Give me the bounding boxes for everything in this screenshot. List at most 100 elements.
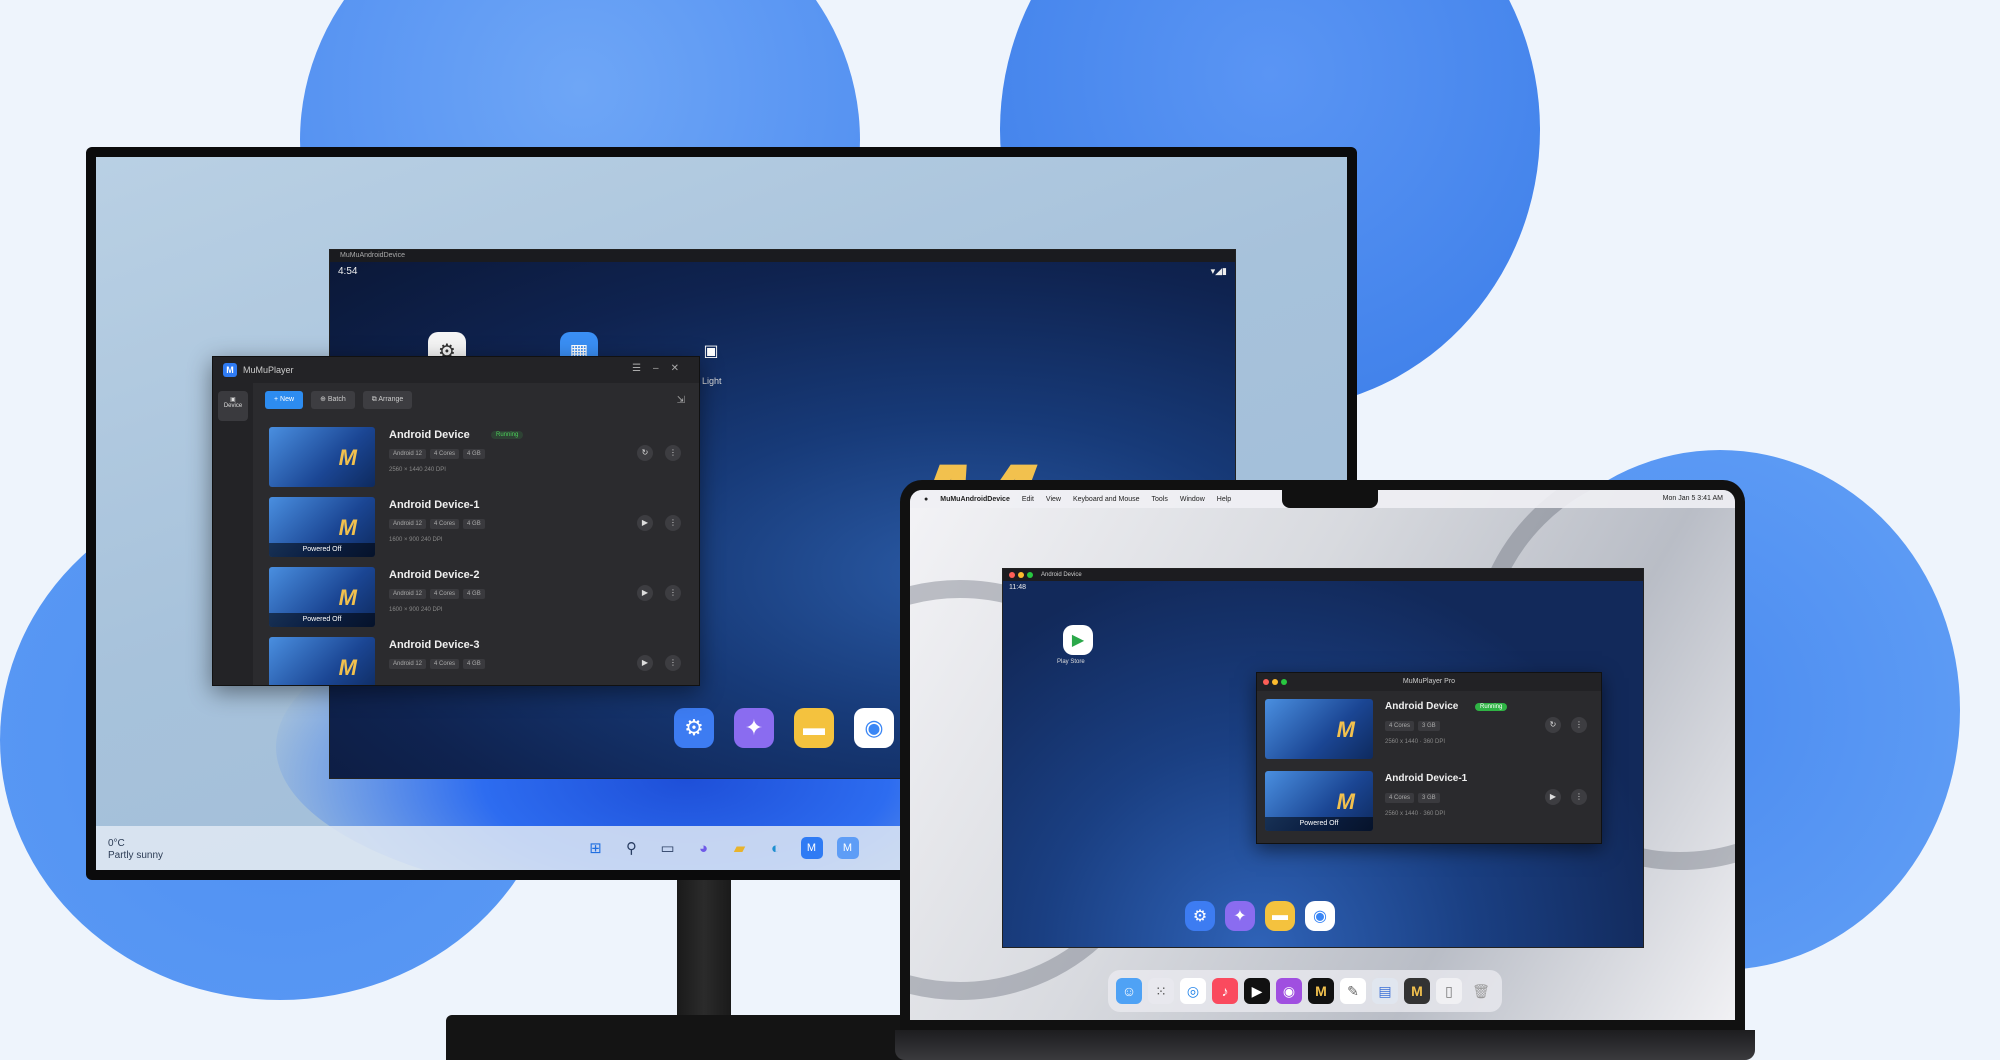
close-icon[interactable] — [1009, 572, 1015, 578]
apple-tv-icon[interactable]: ▶ — [1244, 978, 1270, 1004]
minimize-icon[interactable] — [1272, 679, 1278, 685]
weather-widget[interactable]: 0°C Partly sunny — [108, 838, 163, 862]
mumu-pro-titlebar[interactable]: MuMuPlayer Pro — [1257, 673, 1601, 691]
play-store-icon[interactable]: ▶ — [1063, 625, 1093, 655]
launchpad-icon[interactable]: ⁙ — [1148, 978, 1174, 1004]
files-icon[interactable]: ▬ — [794, 708, 834, 748]
menu-edit[interactable]: Edit — [1022, 496, 1034, 503]
preview-icon[interactable]: ▤ — [1372, 978, 1398, 1004]
cores-tag: 4 Cores — [430, 519, 460, 529]
apple-menu-icon[interactable]: ● — [924, 496, 928, 503]
mumu-pro-manager-window[interactable]: MuMuPlayer Pro M Android Device Running … — [1256, 672, 1602, 844]
sidebar-tab-device[interactable]: ▣ Device — [218, 391, 248, 421]
memory-tag: 4 GB — [463, 659, 485, 669]
device-row[interactable]: M Android Device Running Android 12 4 Co… — [269, 427, 689, 489]
more-options-icon[interactable]: ⋮ — [665, 585, 681, 601]
mumu-taskbar-icon[interactable]: M — [800, 837, 823, 859]
gallery-icon[interactable]: ✦ — [734, 708, 774, 748]
mumu-manager-dock-icon[interactable]: M — [1404, 978, 1430, 1004]
music-icon[interactable]: ♪ — [1212, 978, 1238, 1004]
task-view-icon[interactable]: ▭ — [657, 837, 679, 859]
settings-icon[interactable]: ⚙ — [674, 708, 714, 748]
memory-tag: 3 GB — [1418, 793, 1440, 803]
windows-start-icon[interactable]: ⊞ — [585, 837, 607, 859]
device-thumbnail: M Powered Off — [1265, 771, 1373, 831]
laptop-base — [895, 1030, 1755, 1060]
close-icon[interactable] — [1263, 679, 1269, 685]
traffic-lights[interactable] — [1009, 572, 1033, 578]
browser-icon[interactable]: ◉ — [1305, 901, 1335, 931]
restart-icon[interactable]: ↻ — [637, 445, 653, 461]
mumu-manager-title: MuMuPlayer — [243, 365, 294, 375]
menu-app-name[interactable]: MuMuAndroidDevice — [940, 496, 1010, 503]
device-row[interactable]: M Powered Off Android Device-2 Android 12… — [269, 567, 689, 629]
trash-icon[interactable]: 🗑 — [1468, 978, 1494, 1004]
memory-tag: 4 GB — [463, 519, 485, 529]
zoom-icon[interactable] — [1281, 679, 1287, 685]
device-tags: Android 12 4 Cores 4 GB — [389, 519, 485, 529]
search-icon[interactable]: ⚲ — [621, 837, 643, 859]
textedit-icon[interactable]: ✎ — [1340, 978, 1366, 1004]
new-device-button[interactable]: + New — [265, 391, 304, 409]
device-tags: Android 12 4 Cores 4 GB — [389, 449, 485, 459]
device-row[interactable]: M Android Device-3 Android 12 4 Cores 4 … — [269, 637, 689, 685]
device-tags: 4 Cores 3 GB — [1385, 721, 1440, 731]
files-icon[interactable]: ▬ — [1265, 901, 1295, 931]
device-name: Android Device-2 — [389, 569, 480, 581]
more-options-icon[interactable]: ⋮ — [665, 655, 681, 671]
device-spec: 2560 x 1440 · 360 DPI — [1385, 739, 1446, 745]
device-row[interactable]: M Android Device Running 4 Cores 3 GB 25… — [1265, 699, 1595, 761]
play-icon[interactable]: ▶ — [1545, 789, 1561, 805]
more-options-icon[interactable]: ⋮ — [1571, 717, 1587, 733]
status-badge: Running — [1475, 703, 1508, 711]
list-view-icon[interactable]: ⇲ — [677, 395, 685, 406]
podcasts-icon[interactable]: ◉ — [1276, 978, 1302, 1004]
window-controls[interactable]: ☰–✕ — [632, 363, 691, 374]
mumu-manager-window[interactable]: M MuMuPlayer ☰–✕ ▣ Device + New ⊕ Batch ⧉… — [212, 356, 700, 686]
zoom-icon[interactable] — [1027, 572, 1033, 578]
chat-icon[interactable]: ◕ — [693, 837, 715, 859]
mac-android-titlebar[interactable]: Android Device — [1003, 569, 1643, 581]
file-explorer-icon[interactable]: ▰ — [729, 837, 751, 859]
play-icon[interactable]: ▶ — [637, 655, 653, 671]
menu-window[interactable]: Window — [1180, 496, 1205, 503]
menu-keyboard-mouse[interactable]: Keyboard and Mouse — [1073, 496, 1140, 503]
more-options-icon[interactable]: ⋮ — [665, 445, 681, 461]
batch-button[interactable]: ⊕ Batch — [311, 391, 355, 409]
edge-browser-icon[interactable]: ◐ — [765, 837, 787, 859]
mumu-dock-icon[interactable]: M — [1308, 978, 1334, 1004]
device-row[interactable]: M Powered Off Android Device-1 Android 12… — [269, 497, 689, 559]
gallery-icon[interactable]: ✦ — [1225, 901, 1255, 931]
memory-tag: 4 GB — [463, 449, 485, 459]
menu-help[interactable]: Help — [1217, 496, 1231, 503]
monitor-stand-base — [446, 1015, 966, 1060]
menu-tools[interactable]: Tools — [1152, 496, 1168, 503]
mac-laptop: ● MuMuAndroidDevice Edit View Keyboard a… — [900, 480, 1745, 1030]
mumu-manager-titlebar[interactable]: M MuMuPlayer ☰–✕ — [213, 357, 699, 383]
more-options-icon[interactable]: ⋮ — [1571, 789, 1587, 805]
more-options-icon[interactable]: ⋮ — [665, 515, 681, 531]
finder-icon[interactable]: ☺ — [1116, 978, 1142, 1004]
android-window-titlebar[interactable]: MuMuAndroidDevice — [330, 250, 1235, 262]
play-icon[interactable]: ▶ — [637, 585, 653, 601]
android-version-tag: Android 12 — [389, 659, 427, 669]
play-icon[interactable]: ▶ — [637, 515, 653, 531]
android-clock: 4:54 — [338, 266, 358, 277]
restart-icon[interactable]: ↻ — [1545, 717, 1561, 733]
arrange-button[interactable]: ⧉ Arrange — [362, 391, 413, 409]
browser-icon[interactable]: ◉ — [854, 708, 894, 748]
device-thumbnail: M — [1265, 699, 1373, 759]
cores-tag: 4 Cores — [430, 589, 460, 599]
device-row[interactable]: M Powered Off Android Device-1 4 Cores 3 … — [1265, 771, 1595, 833]
memory-tag: 4 GB — [463, 589, 485, 599]
mumu-app-icon: M — [223, 363, 237, 377]
play-store-label: Play Store — [1057, 659, 1085, 665]
mumu-manager-taskbar-icon[interactable]: M — [836, 837, 859, 859]
menubar-clock[interactable]: Mon Jan 5 3:41 AM — [1663, 490, 1723, 508]
safari-icon[interactable]: ◎ — [1180, 978, 1206, 1004]
settings-icon[interactable]: ⚙ — [1185, 901, 1215, 931]
documents-icon[interactable]: ▯ — [1436, 978, 1462, 1004]
minimize-icon[interactable] — [1018, 572, 1024, 578]
menu-view[interactable]: View — [1046, 496, 1061, 503]
traffic-lights[interactable] — [1263, 679, 1287, 685]
